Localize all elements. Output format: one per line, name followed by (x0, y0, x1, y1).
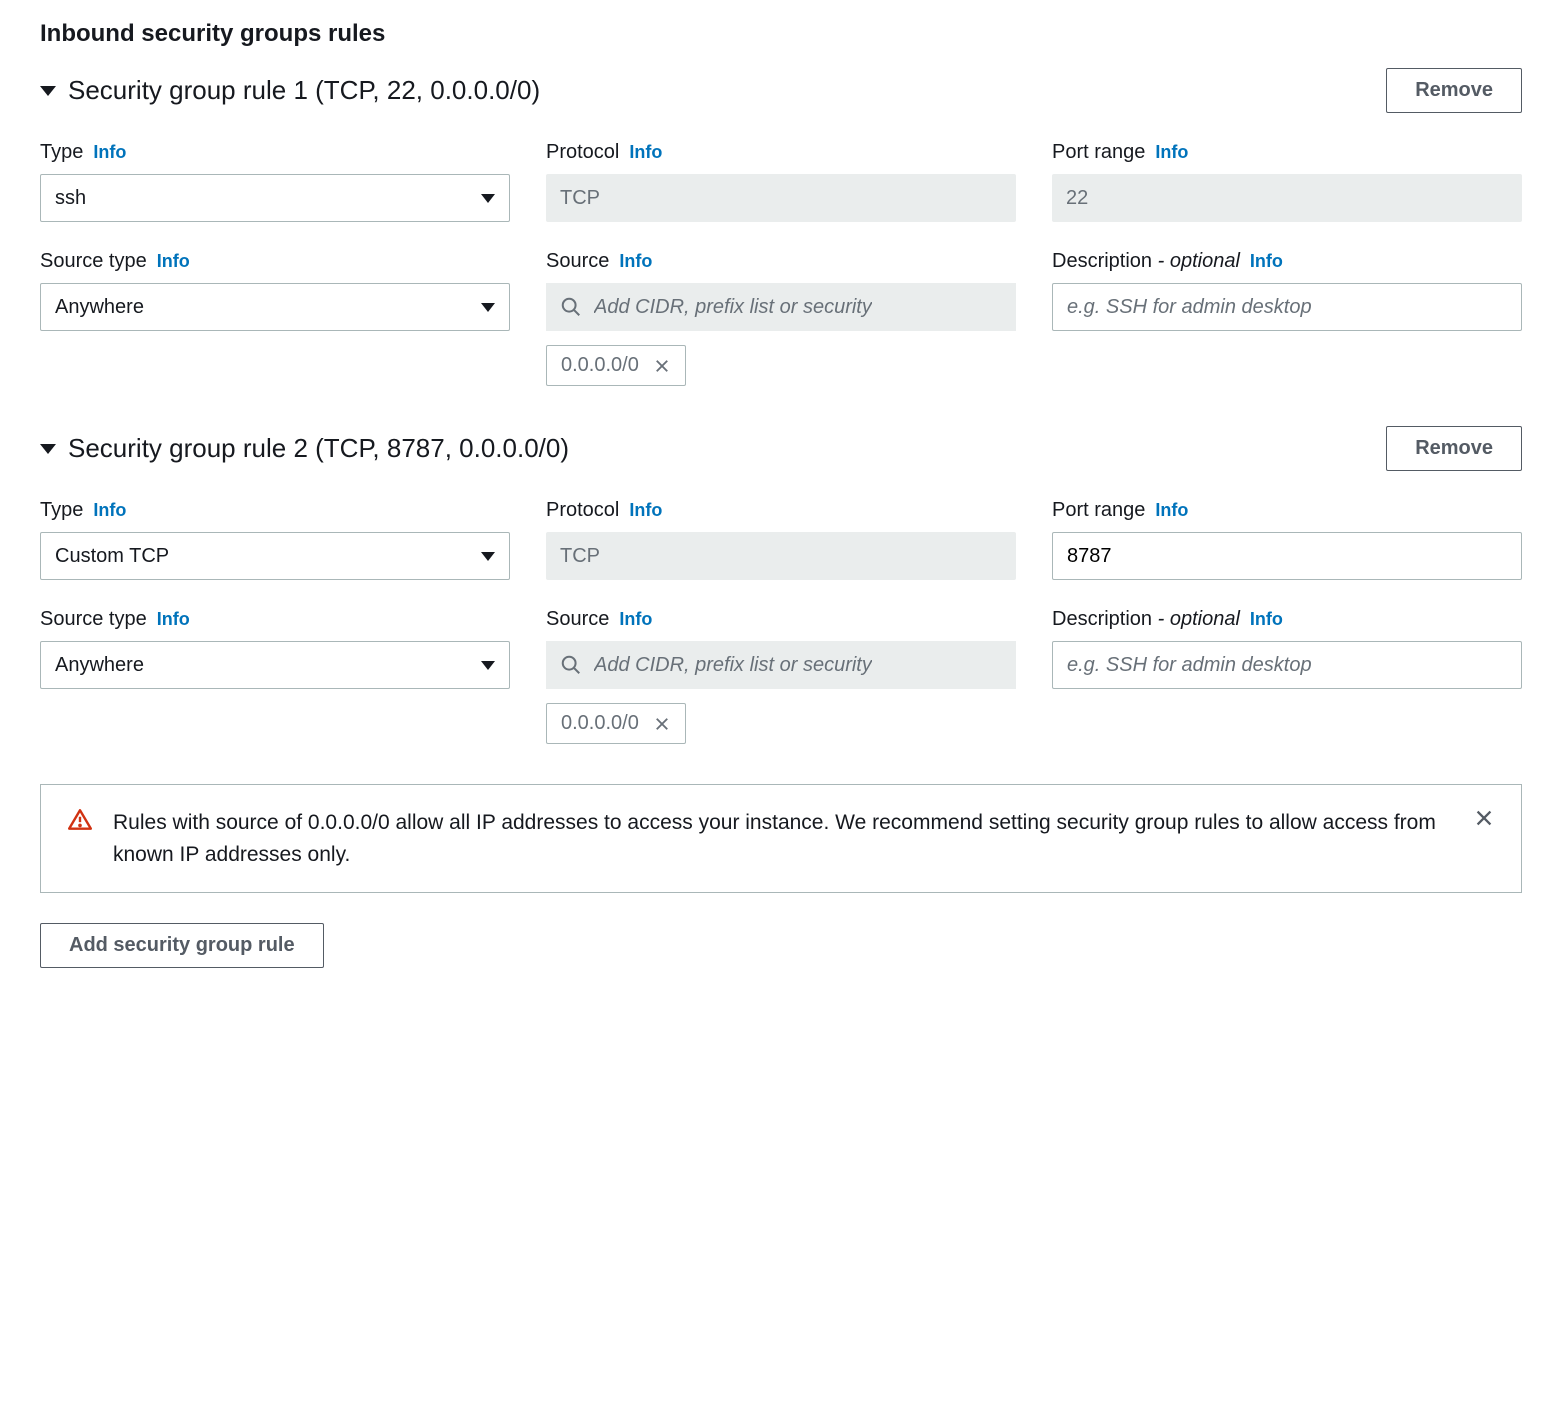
info-link[interactable]: Info (1250, 251, 1283, 272)
search-icon (560, 296, 582, 318)
type-select[interactable]: Custom TCP (40, 532, 510, 580)
source-chip: 0.0.0.0/0 (546, 345, 686, 386)
chip-label: 0.0.0.0/0 (561, 712, 639, 735)
search-icon (560, 654, 582, 676)
port-range-input[interactable] (1052, 532, 1522, 580)
protocol-label: Protocol Info (546, 141, 1016, 164)
close-icon[interactable] (1473, 807, 1495, 834)
close-icon[interactable] (653, 357, 671, 375)
source-type-select[interactable]: Anywhere (40, 641, 510, 689)
source-type-value: Anywhere (55, 296, 144, 319)
description-input[interactable] (1052, 641, 1522, 689)
info-link[interactable]: Info (1250, 609, 1283, 630)
type-label: Type Info (40, 141, 510, 164)
rule-title: Security group rule 2 (TCP, 8787, 0.0.0.… (68, 433, 569, 464)
alert-text: Rules with source of 0.0.0.0/0 allow all… (113, 807, 1453, 870)
description-input[interactable] (1052, 283, 1522, 331)
chevron-down-icon[interactable] (40, 86, 56, 96)
info-link[interactable]: Info (93, 500, 126, 521)
warning-icon (67, 807, 93, 838)
port-range-label: Port range Info (1052, 141, 1522, 164)
chevron-down-icon (481, 303, 495, 312)
protocol-label: Protocol Info (546, 499, 1016, 522)
port-range-label: Port range Info (1052, 499, 1522, 522)
source-label: Source Info (546, 608, 1016, 631)
chevron-down-icon (481, 552, 495, 561)
source-type-select[interactable]: Anywhere (40, 283, 510, 331)
close-icon[interactable] (653, 715, 671, 733)
type-value: Custom TCP (55, 545, 169, 568)
chevron-down-icon (481, 194, 495, 203)
chevron-down-icon[interactable] (40, 444, 56, 454)
info-link[interactable]: Info (157, 609, 190, 630)
chip-label: 0.0.0.0/0 (561, 354, 639, 377)
type-label: Type Info (40, 499, 510, 522)
info-link[interactable]: Info (93, 142, 126, 163)
port-range-field: 22 (1052, 174, 1522, 222)
type-value: ssh (55, 187, 86, 210)
source-label: Source Info (546, 250, 1016, 273)
info-link[interactable]: Info (629, 142, 662, 163)
chevron-down-icon (481, 661, 495, 670)
source-type-value: Anywhere (55, 654, 144, 677)
remove-button[interactable]: Remove (1386, 426, 1522, 471)
section-title: Inbound security groups rules (40, 20, 1522, 48)
security-group-rule: Security group rule 2 (TCP, 8787, 0.0.0.… (40, 426, 1522, 744)
protocol-field: TCP (546, 174, 1016, 222)
remove-button[interactable]: Remove (1386, 68, 1522, 113)
source-search-placeholder: Add CIDR, prefix list or security (594, 296, 872, 319)
source-search[interactable]: Add CIDR, prefix list or security (546, 283, 1016, 331)
description-label: Description - optional Info (1052, 250, 1522, 273)
source-search[interactable]: Add CIDR, prefix list or security (546, 641, 1016, 689)
info-link[interactable]: Info (619, 251, 652, 272)
add-security-group-rule-button[interactable]: Add security group rule (40, 923, 324, 968)
info-link[interactable]: Info (1155, 500, 1188, 521)
security-group-rule: Security group rule 1 (TCP, 22, 0.0.0.0/… (40, 68, 1522, 386)
info-link[interactable]: Info (629, 500, 662, 521)
description-label: Description - optional Info (1052, 608, 1522, 631)
source-chip: 0.0.0.0/0 (546, 703, 686, 744)
info-link[interactable]: Info (1155, 142, 1188, 163)
type-select[interactable]: ssh (40, 174, 510, 222)
source-search-placeholder: Add CIDR, prefix list or security (594, 654, 872, 677)
source-type-label: Source type Info (40, 608, 510, 631)
source-type-label: Source type Info (40, 250, 510, 273)
rule-title: Security group rule 1 (TCP, 22, 0.0.0.0/… (68, 75, 540, 106)
protocol-field: TCP (546, 532, 1016, 580)
info-link[interactable]: Info (619, 609, 652, 630)
info-link[interactable]: Info (157, 251, 190, 272)
alert-box: Rules with source of 0.0.0.0/0 allow all… (40, 784, 1522, 893)
